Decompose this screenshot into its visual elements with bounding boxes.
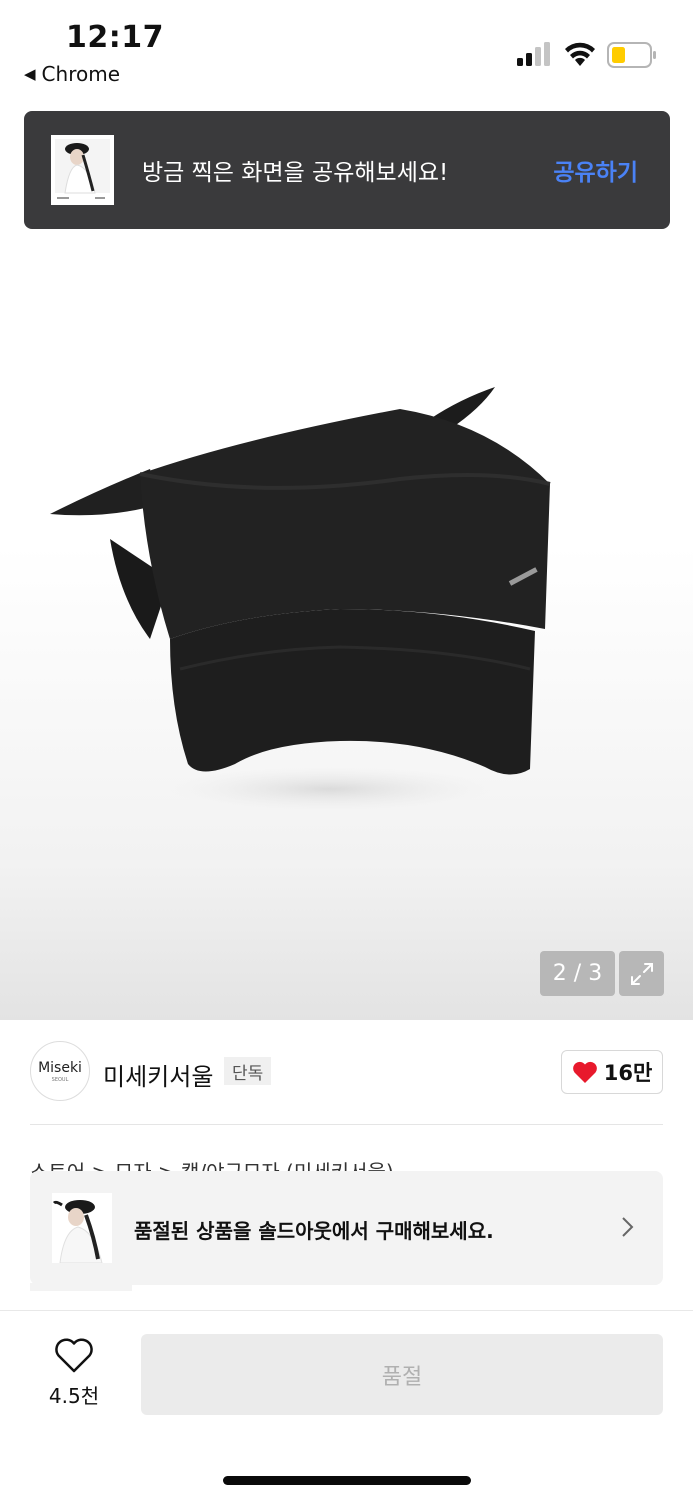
wifi-icon <box>565 42 595 66</box>
wishlist-button[interactable]: 4.5천 <box>30 1336 118 1416</box>
screenshot-thumbnail[interactable] <box>51 135 114 205</box>
soldout-purchase-button[interactable]: 품절 <box>141 1334 663 1415</box>
section-divider <box>30 1124 663 1125</box>
heart-outline-icon <box>55 1338 93 1373</box>
wishlist-count: 4.5천 <box>48 1384 100 1408</box>
cellular-signal-icon <box>517 42 550 66</box>
toast-shadow <box>30 1283 132 1291</box>
share-banner-message: 방금 찍은 화면을 공유해보세요! <box>142 160 449 186</box>
toast-product-thumbnail <box>52 1193 112 1263</box>
status-bar: 12:17 ◀ Chrome <box>0 0 693 100</box>
brand-like-count: 16만 <box>603 1061 653 1085</box>
back-triangle-icon: ◀ <box>24 65 36 83</box>
home-indicator[interactable] <box>223 1476 471 1485</box>
share-button[interactable]: 공유하기 <box>553 153 638 187</box>
heart-filled-icon <box>572 1061 597 1083</box>
brand-name-link[interactable]: 미세키서울 <box>103 1057 213 1092</box>
expand-image-button[interactable] <box>619 951 664 996</box>
soldout-toast[interactable]: 품절된 상품을 솔드아웃에서 구매해보세요. <box>30 1171 663 1285</box>
product-image-carousel[interactable]: 2 / 3 <box>0 229 693 1020</box>
back-to-app-link[interactable]: ◀ Chrome <box>24 62 120 86</box>
brand-logo[interactable]: Miseki SEOUL <box>30 1041 90 1101</box>
brand-logo-subtext: SEOUL <box>51 1076 69 1083</box>
brand-row: Miseki SEOUL 미세키서울 단독 16만 <box>0 1020 693 1125</box>
back-app-label: Chrome <box>41 62 120 86</box>
status-time: 12:17 <box>66 20 164 55</box>
image-pager: 2 / 3 <box>540 951 615 996</box>
expand-icon <box>630 962 653 985</box>
screenshot-share-banner: 방금 찍은 화면을 공유해보세요! 공유하기 <box>24 111 670 229</box>
bottom-bar-divider <box>0 1310 693 1311</box>
battery-icon <box>607 42 656 68</box>
exclusive-badge: 단독 <box>224 1057 272 1085</box>
brand-logo-text: Miseki <box>38 1059 82 1076</box>
chevron-right-icon <box>622 1217 634 1237</box>
product-image <box>50 387 551 811</box>
soldout-toast-message: 품절된 상품을 솔드아웃에서 구매해보세요. <box>134 1219 494 1243</box>
brand-like-button[interactable]: 16만 <box>561 1050 663 1094</box>
